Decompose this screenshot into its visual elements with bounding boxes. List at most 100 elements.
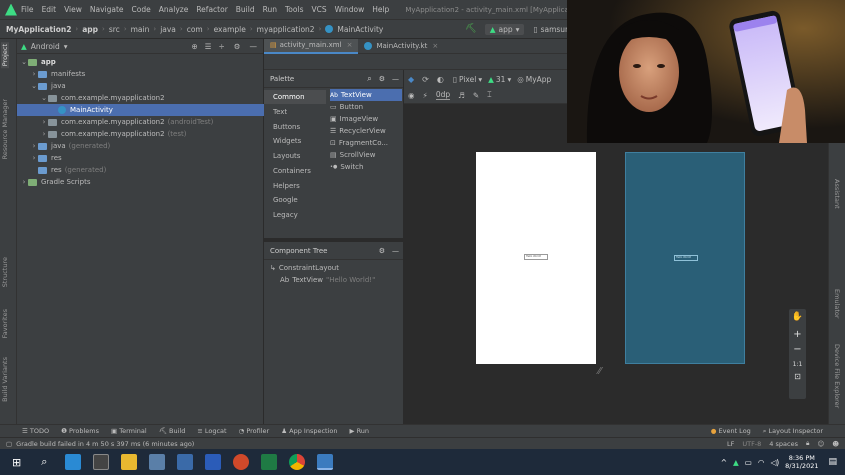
tree-item-package-test[interactable]: › com.example.myapplication2 (test) <box>17 128 264 140</box>
breadcrumb-module[interactable]: app <box>82 25 98 34</box>
tab-logcat[interactable]: ≡ Logcat <box>197 427 226 435</box>
wifi-icon[interactable]: ◠ <box>758 458 765 467</box>
breadcrumb-package[interactable]: myapplication2 <box>257 25 315 34</box>
vscode-icon[interactable] <box>65 454 82 470</box>
tree-item-gradle-scripts[interactable]: › Gradle Scripts <box>17 176 264 188</box>
menu-build[interactable]: Build <box>236 5 255 14</box>
resize-handle-icon[interactable]: ⁄⁄ <box>598 366 601 377</box>
menu-vcs[interactable]: VCS <box>311 5 326 14</box>
zoom-in-button[interactable]: + <box>789 329 806 340</box>
hide-icon[interactable]: — <box>250 42 258 51</box>
tab-emulator[interactable]: Emulator <box>833 289 841 319</box>
tab-resource-manager[interactable]: Resource Manager <box>1 99 9 159</box>
breadcrumb-src[interactable]: src <box>109 25 120 34</box>
menu-window[interactable]: Window <box>335 5 365 14</box>
tree-item-package[interactable]: ⌄ com.example.myapplication2 <box>17 92 264 104</box>
menu-analyze[interactable]: Analyze <box>159 5 189 14</box>
tray-android-icon[interactable]: ▲ <box>733 458 739 467</box>
status-message[interactable]: Gradle build failed in 4 m 50 s 397 ms (… <box>16 440 194 448</box>
zoom-actual-size-button[interactable]: 1:1 <box>789 361 806 368</box>
breadcrumb-com[interactable]: com <box>187 25 203 34</box>
device-icon[interactable]: ▯ <box>453 75 457 84</box>
clear-constraints-icon[interactable]: ♬ <box>458 91 465 100</box>
palette-item-fragmentcontainer[interactable]: ⊡ FragmentCo... <box>330 137 402 149</box>
notifications-icon[interactable]: ☻ <box>832 440 839 448</box>
palette-item-imageview[interactable]: ▣ ImageView <box>330 113 402 125</box>
expand-all-icon[interactable]: ÷ <box>218 42 224 51</box>
palette-item-switch[interactable]: •● Switch <box>330 161 402 173</box>
breadcrumb-main[interactable]: main <box>131 25 150 34</box>
line-separator[interactable]: LF <box>727 440 734 448</box>
tree-item-package-androidtest[interactable]: › com.example.myapplication2 (androidTes… <box>17 116 264 128</box>
palette-item-recyclerview[interactable]: ☰ RecyclerView <box>330 125 402 137</box>
device-selector[interactable]: Pixel <box>459 75 476 84</box>
search-icon[interactable]: ⌕ <box>41 455 47 469</box>
design-mode-icon[interactable]: ◆ <box>408 75 414 84</box>
textview-preview[interactable]: Hello World! <box>524 254 548 260</box>
menu-navigate[interactable]: Navigate <box>90 5 124 14</box>
tree-item-java-generated[interactable]: › java (generated) <box>17 140 264 152</box>
close-icon[interactable]: × <box>432 42 438 50</box>
breadcrumb-java[interactable]: java <box>160 25 176 34</box>
menu-view[interactable]: View <box>64 5 82 14</box>
palette-category-helpers[interactable]: Helpers <box>264 179 326 193</box>
palette-item-scrollview[interactable]: ▤ ScrollView <box>330 149 402 161</box>
breadcrumb-example[interactable]: example <box>214 25 246 34</box>
tab-device-file-explorer[interactable]: Device File Explorer <box>833 344 841 408</box>
collapse-all-icon[interactable]: ☰ <box>205 42 212 51</box>
default-margin-dropdown[interactable]: 0dp <box>435 90 451 100</box>
tab-build-variants[interactable]: Build Variants <box>1 357 9 402</box>
palette-item-textview[interactable]: Ab TextView <box>330 89 402 101</box>
palette-item-button[interactable]: ▭ Button <box>330 101 402 113</box>
tab-project[interactable]: Project <box>1 42 9 69</box>
hide-icon[interactable]: — <box>392 247 399 255</box>
palette-category-widgets[interactable]: Widgets <box>264 134 326 148</box>
app-icon[interactable] <box>149 454 166 470</box>
autoconnect-icon[interactable]: ⚡ <box>423 91 428 100</box>
breadcrumb-class[interactable]: MainActivity <box>337 25 383 34</box>
tab-profiler[interactable]: ◔ Profiler <box>239 427 270 435</box>
zoom-fit-icon[interactable]: ⊡ <box>789 372 806 381</box>
palette-category-containers[interactable]: Containers <box>264 164 326 178</box>
hide-icon[interactable]: — <box>392 75 399 83</box>
close-icon[interactable]: × <box>347 41 353 49</box>
powerpoint-icon[interactable] <box>233 454 250 470</box>
gear-icon[interactable]: ⚙ <box>234 42 241 51</box>
chrome-icon[interactable] <box>289 454 306 470</box>
chevron-down-icon[interactable]: ▾ <box>64 42 68 51</box>
tree-node-constraintlayout[interactable]: ↳ ConstraintLayout <box>264 262 402 274</box>
excel-icon[interactable] <box>261 454 278 470</box>
tab-run[interactable]: ▶ Run <box>349 427 369 435</box>
menu-edit[interactable]: Edit <box>42 5 57 14</box>
gear-icon[interactable]: ⚙ <box>379 247 385 255</box>
palette-category-common[interactable]: Common <box>264 90 326 104</box>
palette-category-layouts[interactable]: Layouts <box>264 149 326 163</box>
tree-item-mainactivity[interactable]: MainActivity <box>17 104 264 116</box>
tree-item-java[interactable]: ⌄ java <box>17 80 264 92</box>
tab-terminal[interactable]: ▣ Terminal <box>111 427 147 435</box>
tree-item-res-generated[interactable]: res (generated) <box>17 164 264 176</box>
tab-assistant[interactable]: Assistant <box>833 179 841 209</box>
lock-icon[interactable]: 🔒︎ <box>806 439 809 448</box>
pan-hand-icon[interactable]: ✋ <box>789 312 806 322</box>
tab-favorites[interactable]: Favorites <box>1 309 9 338</box>
search-icon[interactable]: ⌕ <box>367 74 371 84</box>
tab-layout-inspector[interactable]: ⌕ Layout Inspector <box>763 427 823 436</box>
menu-file[interactable]: File <box>21 5 34 14</box>
design-surface[interactable]: Hello World! <box>476 152 596 364</box>
tab-structure[interactable]: Structure <box>1 257 9 287</box>
tab-activity-main-xml[interactable]: ▤ activity_main.xml × <box>264 38 359 54</box>
menu-tools[interactable]: Tools <box>285 5 303 14</box>
orientation-icon[interactable]: ⟳ <box>422 75 429 84</box>
tree-item-app[interactable]: ⌄ app <box>17 56 264 68</box>
night-mode-icon[interactable]: ◐ <box>437 75 444 84</box>
tab-build[interactable]: ⛏ Build <box>159 427 186 435</box>
battery-icon[interactable]: ▭ <box>745 458 752 467</box>
app-icon[interactable] <box>177 454 194 470</box>
gear-icon[interactable]: ⚙ <box>379 75 385 83</box>
view-options-icon[interactable]: ◉ <box>408 91 415 100</box>
palette-category-google[interactable]: Google <box>264 193 326 207</box>
design-canvas[interactable]: Hello World! Hello World! ⁄⁄ ✋ + − 1:1 ⊡ <box>404 104 828 408</box>
infer-constraints-icon[interactable]: ✎ <box>473 91 479 100</box>
tab-todo[interactable]: ☰ TODO <box>22 427 49 435</box>
